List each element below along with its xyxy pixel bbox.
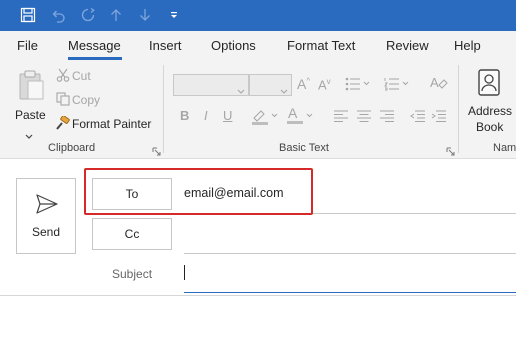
message-body-separator xyxy=(0,295,516,296)
subject-label: Subject xyxy=(112,267,153,281)
arrow-up-icon[interactable] xyxy=(104,3,128,27)
send-label: Send xyxy=(31,225,61,239)
group-separator xyxy=(163,65,164,153)
scissors-icon xyxy=(56,68,70,87)
paste-button[interactable]: Paste xyxy=(10,67,50,139)
font-color-icon[interactable]: A xyxy=(286,105,316,130)
cut-button[interactable]: Cut xyxy=(54,67,144,85)
copy-button[interactable]: Copy xyxy=(54,91,144,109)
cc-field[interactable] xyxy=(184,222,516,250)
address-book-icon xyxy=(478,69,500,101)
align-center-icon[interactable] xyxy=(357,109,371,127)
subject-field[interactable] xyxy=(184,260,516,290)
copy-label: Copy xyxy=(72,93,101,107)
paste-icon xyxy=(17,69,45,106)
bold-button[interactable]: B xyxy=(180,108,189,123)
names-group-label: Nam xyxy=(493,142,516,154)
format-painter-label: Format Painter xyxy=(72,117,152,131)
paintbrush-icon xyxy=(55,115,70,136)
svg-text:A: A xyxy=(288,106,298,121)
italic-button[interactable]: I xyxy=(204,108,208,123)
basic-text-dialog-launcher-icon[interactable] xyxy=(446,143,455,156)
quick-access-toolbar xyxy=(0,0,516,31)
ribbon: Paste Cut Copy Format Painter Clipboard … xyxy=(0,61,516,159)
copy-icon xyxy=(56,92,70,111)
font-name-combo[interactable] xyxy=(173,74,249,96)
to-button[interactable]: To xyxy=(92,178,172,210)
clear-formatting-icon[interactable]: A xyxy=(430,75,448,96)
numbering-icon[interactable] xyxy=(384,77,410,96)
tab-message[interactable]: Message xyxy=(68,38,121,53)
underline-button[interactable]: U xyxy=(223,108,232,123)
to-field-underline xyxy=(184,213,516,214)
paste-label: Paste xyxy=(15,108,46,122)
undo-icon[interactable] xyxy=(46,3,70,27)
to-field[interactable]: email@email.com xyxy=(184,186,284,200)
subject-field-underline xyxy=(184,292,516,293)
send-icon xyxy=(36,194,58,219)
highlighter-icon[interactable] xyxy=(251,107,281,130)
bullets-icon[interactable] xyxy=(345,77,371,96)
address-book-button[interactable]: Address Book xyxy=(466,67,516,137)
active-tab-indicator xyxy=(68,57,122,60)
address-book-label-line2: Book xyxy=(476,120,504,134)
text-caret xyxy=(184,265,185,280)
cut-label: Cut xyxy=(72,69,91,83)
group-separator xyxy=(458,65,459,153)
font-size-combo[interactable] xyxy=(249,74,292,96)
increase-indent-icon[interactable] xyxy=(431,109,446,127)
align-left-icon[interactable] xyxy=(334,109,348,127)
chevron-down-icon xyxy=(25,127,33,145)
clipboard-dialog-launcher-icon[interactable] xyxy=(152,143,161,156)
align-right-icon[interactable] xyxy=(380,109,394,127)
arrow-down-icon[interactable] xyxy=(133,3,157,27)
tab-insert[interactable]: Insert xyxy=(149,38,182,53)
basic-text-group-label: Basic Text xyxy=(279,142,329,154)
tab-format-text[interactable]: Format Text xyxy=(287,38,355,53)
shrink-font-icon[interactable]: Av xyxy=(318,77,331,92)
cc-button[interactable]: Cc xyxy=(92,218,172,250)
tab-file[interactable]: File xyxy=(17,38,38,53)
redo-icon[interactable] xyxy=(76,3,100,27)
customize-icon[interactable] xyxy=(162,3,186,27)
save-icon[interactable] xyxy=(16,3,40,27)
grow-font-icon[interactable]: A^ xyxy=(297,76,310,92)
chevron-down-icon xyxy=(280,82,288,100)
ribbon-tabs: File Message Insert Options Format Text … xyxy=(0,31,516,61)
decrease-indent-icon[interactable] xyxy=(410,109,425,127)
message-body[interactable] xyxy=(0,297,516,337)
tab-review[interactable]: Review xyxy=(386,38,429,53)
cc-field-underline xyxy=(184,253,516,254)
format-painter-button[interactable]: Format Painter xyxy=(54,115,154,133)
tab-options[interactable]: Options xyxy=(211,38,256,53)
clipboard-group-label: Clipboard xyxy=(48,142,96,154)
svg-text:A: A xyxy=(430,75,439,90)
chevron-down-icon xyxy=(237,82,245,100)
send-button[interactable]: Send xyxy=(16,178,76,254)
tab-help[interactable]: Help xyxy=(454,38,481,53)
address-book-label-line1: Address xyxy=(468,104,513,118)
